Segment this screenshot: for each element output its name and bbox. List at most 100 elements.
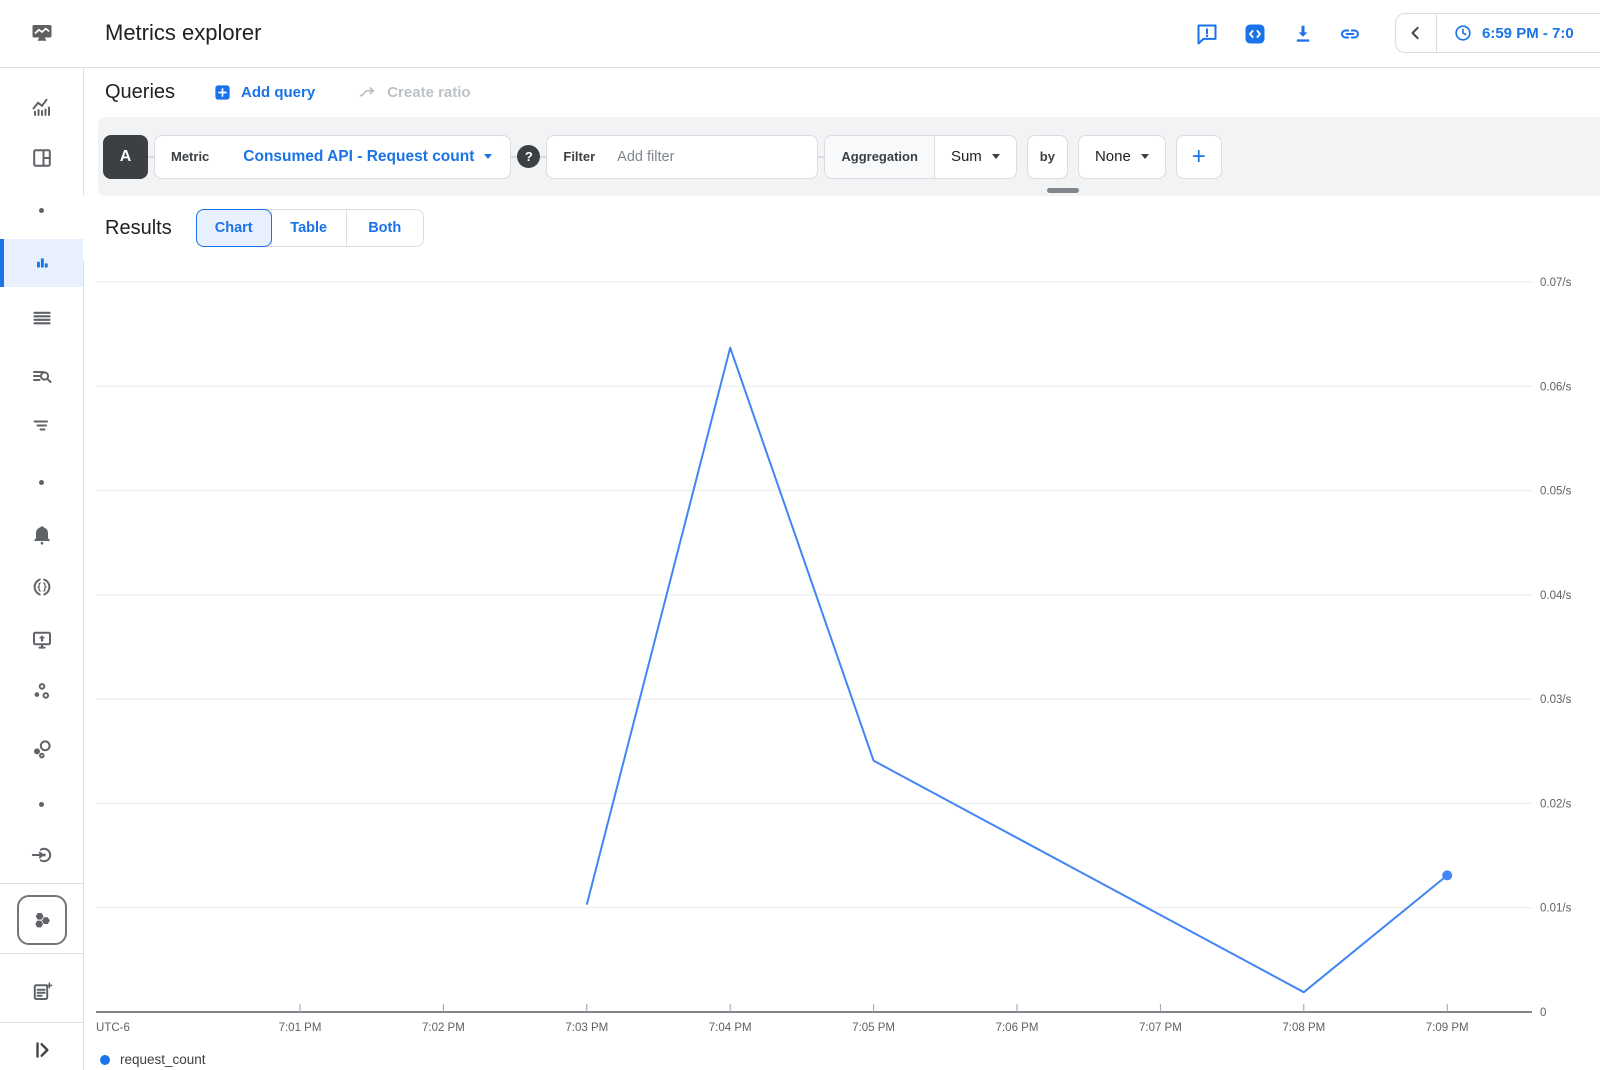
svg-text:0.06/s: 0.06/s [1540,381,1572,393]
collapse-time-panel-button[interactable] [1396,14,1436,52]
sidebar-item-dashboards[interactable] [0,134,83,182]
monitoring-logo-icon [30,21,54,45]
aggregation-value: Sum [951,148,982,165]
svg-text:0.05/s: 0.05/s [1540,486,1572,498]
monitoring-logo[interactable] [0,9,83,57]
sidebar-item-uptime-checks[interactable] [0,616,83,664]
legend-series-label: request_count [120,1052,206,1067]
create-ratio-icon [357,82,378,103]
svg-text:7:04 PM: 7:04 PM [709,1022,752,1034]
sidebar-expand-button[interactable] [0,1026,83,1070]
svg-text:UTC-6: UTC-6 [96,1022,130,1034]
download-icon [1291,22,1315,46]
dot-icon [39,480,44,485]
sidebar-item-slo[interactable] [0,726,83,774]
caret-down-icon [992,154,1000,159]
braces-circle-icon: {} [30,575,54,599]
query-builder-bar: A Metric Consumed API - Request count ? … [98,117,1600,196]
metric-dropdown[interactable]: Metric Consumed API - Request count [154,135,511,179]
code-button[interactable] [1243,22,1267,46]
page-title: Metrics explorer [105,20,261,46]
metric-value: Consumed API - Request count [243,148,474,166]
feedback-button[interactable] [1195,22,1219,46]
tab-chart[interactable]: Chart [196,209,272,247]
feedback-icon [1195,22,1219,46]
sidebar-item-more-3[interactable] [0,780,83,828]
add-query-plus-icon [213,83,232,102]
add-query-label: Add query [241,84,315,101]
by-label: by [1040,149,1055,164]
queries-title: Queries [105,81,175,104]
bubble-chart-icon [30,738,54,762]
clock-icon [1453,23,1473,43]
create-ratio-label: Create ratio [387,84,470,101]
aggregation-label: Aggregation [825,135,935,179]
time-range-button[interactable]: 6:59 PM - 7:0 [1437,23,1574,43]
sidebar-item-alerting[interactable] [0,511,83,559]
view-toggle: Chart Table Both [196,209,424,247]
svg-text:0.03/s: 0.03/s [1540,694,1572,706]
svg-text:7:02 PM: 7:02 PM [422,1022,465,1034]
svg-text:{}: {} [36,582,47,593]
hexagons-icon [29,907,55,933]
chart-legend[interactable]: request_count [100,1052,206,1067]
list-icon [30,306,54,330]
sidebar-item-error-reporting[interactable]: {} [0,563,83,611]
sidebar-item-more-1[interactable] [0,186,83,234]
svg-text:7:09 PM: 7:09 PM [1426,1022,1469,1034]
group-by-dropdown[interactable]: None [1078,135,1166,179]
help-button[interactable]: ? [517,145,540,168]
download-button[interactable] [1291,22,1315,46]
hexagons-box [17,895,67,945]
trace-icon [30,415,54,439]
code-icon [1243,22,1267,46]
link-button[interactable] [1338,22,1362,46]
svg-text:7:08 PM: 7:08 PM [1282,1022,1325,1034]
bell-icon [30,523,54,547]
dot-icon [39,802,44,807]
uptime-monitor-icon [30,628,54,652]
time-range-label: 6:59 PM - 7:0 [1482,25,1574,42]
resize-drag-handle[interactable] [1047,188,1079,193]
metrics-explorer-app: {} [0,0,1600,1070]
sidebar-item-kubernetes[interactable] [0,892,83,948]
svg-text:7:06 PM: 7:06 PM [996,1022,1039,1034]
add-aggregation-button[interactable]: + [1176,135,1222,179]
svg-text:0.01/s: 0.01/s [1540,903,1572,915]
sidebar-item-integrations[interactable] [0,831,83,879]
query-letter-badge: A [103,135,148,179]
metric-label: Metric [171,149,209,164]
tab-table[interactable]: Table [271,210,347,246]
integration-arrow-icon [30,843,54,867]
sidebar-item-more-2[interactable] [0,458,83,506]
add-query-button[interactable]: Add query [213,83,315,102]
sidebar-item-groups[interactable] [0,668,83,716]
sidebar-item-release-notes[interactable] [0,968,83,1016]
bar-chart-icon [30,251,54,275]
chevron-left-icon [1405,22,1427,44]
legend-dot-icon [100,1055,110,1065]
sidebar-divider [0,1022,83,1023]
results-title: Results [105,217,172,240]
insights-icon [30,95,54,119]
create-ratio-button[interactable]: Create ratio [357,82,470,103]
svg-text:7:03 PM: 7:03 PM [565,1022,608,1034]
filter-placeholder: Add filter [617,149,674,165]
header: Metrics explorer [83,0,1600,67]
svg-text:0.04/s: 0.04/s [1540,590,1572,602]
aggregation-dropdown[interactable]: Aggregation Sum [824,135,1016,179]
circles-icon [30,680,54,704]
tab-both[interactable]: Both [347,210,423,246]
by-label-pill: by [1027,135,1068,179]
sidebar-item-list[interactable] [0,294,83,342]
sidebar: {} [0,0,84,1070]
svg-text:7:05 PM: 7:05 PM [852,1022,895,1034]
sidebar-item-search-logs[interactable] [0,353,83,401]
caret-down-icon [484,154,492,159]
sidebar-item-metrics-explorer[interactable] [0,239,83,287]
sidebar-item-insights[interactable] [0,83,83,131]
sidebar-divider [0,953,83,954]
expand-icon [30,1038,54,1062]
sidebar-item-trace[interactable] [0,403,83,451]
filter-input[interactable]: Filter Add filter [546,135,818,179]
